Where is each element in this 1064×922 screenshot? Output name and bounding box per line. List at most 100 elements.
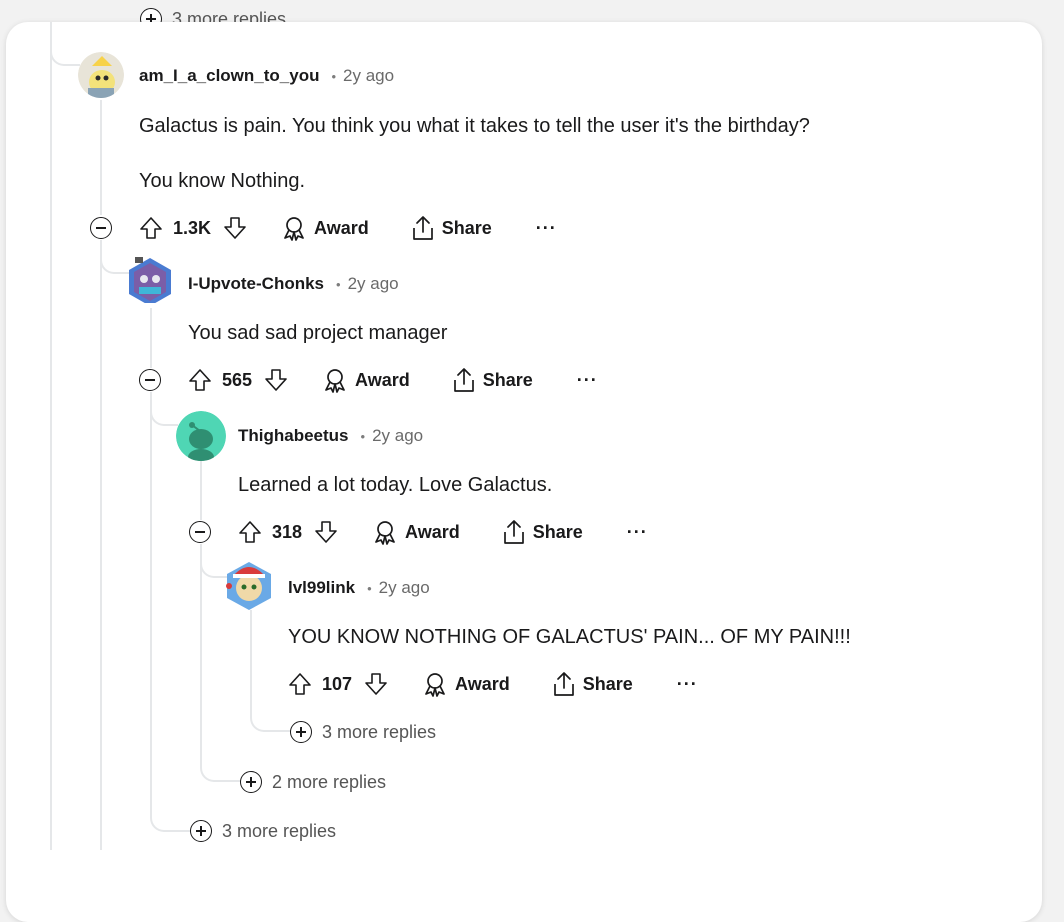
- avatar[interactable]: [127, 257, 173, 303]
- vote-count: 318: [272, 521, 303, 542]
- collapse-thread-button[interactable]: [90, 217, 112, 239]
- comment-age: 2y ago: [347, 274, 399, 293]
- upvote-button[interactable]: [238, 520, 262, 544]
- more-replies-link[interactable]: 3 more replies: [190, 820, 336, 842]
- award-label: Award: [355, 369, 410, 390]
- overflow-menu-icon[interactable]: ···: [677, 674, 698, 695]
- more-replies-label: 3 more replies: [322, 721, 437, 742]
- upvote-icon: [289, 673, 311, 695]
- thread-line: [50, 22, 52, 850]
- share-icon: [412, 216, 433, 240]
- avatar-image: [176, 411, 226, 461]
- thread-line: [200, 460, 202, 520]
- share-button[interactable]: Share: [502, 519, 583, 545]
- comment-actions: 565 Award Share ···: [188, 364, 598, 396]
- thread-elbow: [200, 544, 228, 578]
- thread-elbow: [50, 22, 80, 66]
- comment-body-line: You sad sad project manager: [188, 322, 448, 344]
- award-icon: [284, 217, 304, 241]
- upvote-icon: [140, 217, 162, 239]
- comment-age: 2y ago: [343, 66, 395, 85]
- more-replies-label: 3 more replies: [222, 820, 337, 841]
- share-button[interactable]: Share: [552, 671, 633, 697]
- downvote-button[interactable]: [264, 368, 288, 392]
- comment-meta: lvl99link • 2y ago: [288, 578, 430, 598]
- downvote-icon: [315, 521, 337, 543]
- share-button[interactable]: Share: [452, 367, 533, 393]
- award-label: Award: [314, 217, 369, 238]
- downvote-button[interactable]: [223, 216, 247, 240]
- downvote-icon: [365, 673, 387, 695]
- award-button[interactable]: Award: [372, 519, 460, 545]
- thread-elbow: [250, 610, 290, 732]
- overflow-menu-icon[interactable]: ···: [536, 218, 557, 239]
- avatar[interactable]: [78, 52, 124, 98]
- award-button[interactable]: Award: [281, 215, 369, 241]
- share-icon: [553, 672, 574, 696]
- overflow-menu-icon[interactable]: ···: [627, 522, 648, 543]
- thread-line: [100, 241, 102, 850]
- award-button[interactable]: Award: [422, 671, 510, 697]
- upvote-button[interactable]: [188, 368, 212, 392]
- comment-age: 2y ago: [372, 426, 424, 445]
- award-icon: [325, 369, 345, 393]
- meta-separator: •: [336, 277, 341, 292]
- comment-actions: 107 Award Share ···: [288, 668, 698, 700]
- comment-actions: 1.3K Award Share ···: [139, 212, 557, 244]
- thread-line: [100, 100, 102, 215]
- more-replies-link[interactable]: 2 more replies: [240, 771, 386, 793]
- award-label: Award: [405, 521, 460, 542]
- comment-author[interactable]: I-Upvote-Chonks: [188, 274, 324, 294]
- meta-separator: •: [367, 581, 372, 596]
- expand-icon: [240, 771, 262, 793]
- thread-elbow: [100, 240, 130, 274]
- share-label: Share: [441, 217, 492, 238]
- share-label: Share: [532, 521, 583, 542]
- comment-meta: am_I_a_clown_to_you • 2y ago: [139, 66, 394, 86]
- award-button[interactable]: Award: [322, 367, 410, 393]
- collapse-thread-button[interactable]: [189, 521, 211, 543]
- thread-elbow: [150, 720, 190, 832]
- comment-author[interactable]: Thighabeetus: [238, 426, 349, 446]
- minus-icon: [195, 531, 205, 533]
- overflow-menu-icon[interactable]: ···: [577, 370, 598, 391]
- upvote-icon: [239, 521, 261, 543]
- thread-elbow: [200, 720, 240, 782]
- downvote-icon: [265, 369, 287, 391]
- comment-body-line: Learned a lot today. Love Galactus.: [238, 474, 553, 496]
- award-icon: [425, 673, 445, 697]
- share-label: Share: [482, 369, 533, 390]
- comment-body-line: YOU KNOW NOTHING OF GALACTUS' PAIN... OF…: [288, 626, 851, 648]
- comment-actions: 318 Award Share ···: [238, 516, 648, 548]
- thread-line: [150, 308, 152, 368]
- vote-count: 565: [222, 369, 253, 390]
- share-label: Share: [582, 673, 633, 694]
- expand-icon: [290, 721, 312, 743]
- more-replies-link[interactable]: 3 more replies: [290, 721, 436, 743]
- minus-icon: [145, 379, 155, 381]
- downvote-button[interactable]: [364, 672, 388, 696]
- share-button[interactable]: Share: [411, 215, 492, 241]
- upvote-icon: [189, 369, 211, 391]
- thread-line: [150, 393, 152, 723]
- minus-icon: [96, 227, 106, 229]
- upvote-button[interactable]: [139, 216, 163, 240]
- avatar-image: [129, 257, 171, 303]
- award-icon: [375, 521, 395, 545]
- vote-count: 1.3K: [173, 217, 212, 238]
- downvote-button[interactable]: [314, 520, 338, 544]
- comment-body-line: Galactus is pain. You think you what it …: [139, 115, 810, 137]
- avatar[interactable]: [176, 411, 226, 461]
- vote-count: 107: [322, 673, 353, 694]
- avatar[interactable]: [225, 560, 273, 612]
- comment-author[interactable]: am_I_a_clown_to_you: [139, 66, 319, 86]
- comment-age: 2y ago: [378, 578, 430, 597]
- expand-icon: [190, 820, 212, 842]
- avatar-image: [78, 52, 124, 98]
- avatar-image: [226, 562, 271, 610]
- collapse-thread-button[interactable]: [139, 369, 161, 391]
- downvote-icon: [224, 217, 246, 239]
- meta-separator: •: [331, 69, 337, 84]
- upvote-button[interactable]: [288, 672, 312, 696]
- comment-author[interactable]: lvl99link: [288, 578, 355, 598]
